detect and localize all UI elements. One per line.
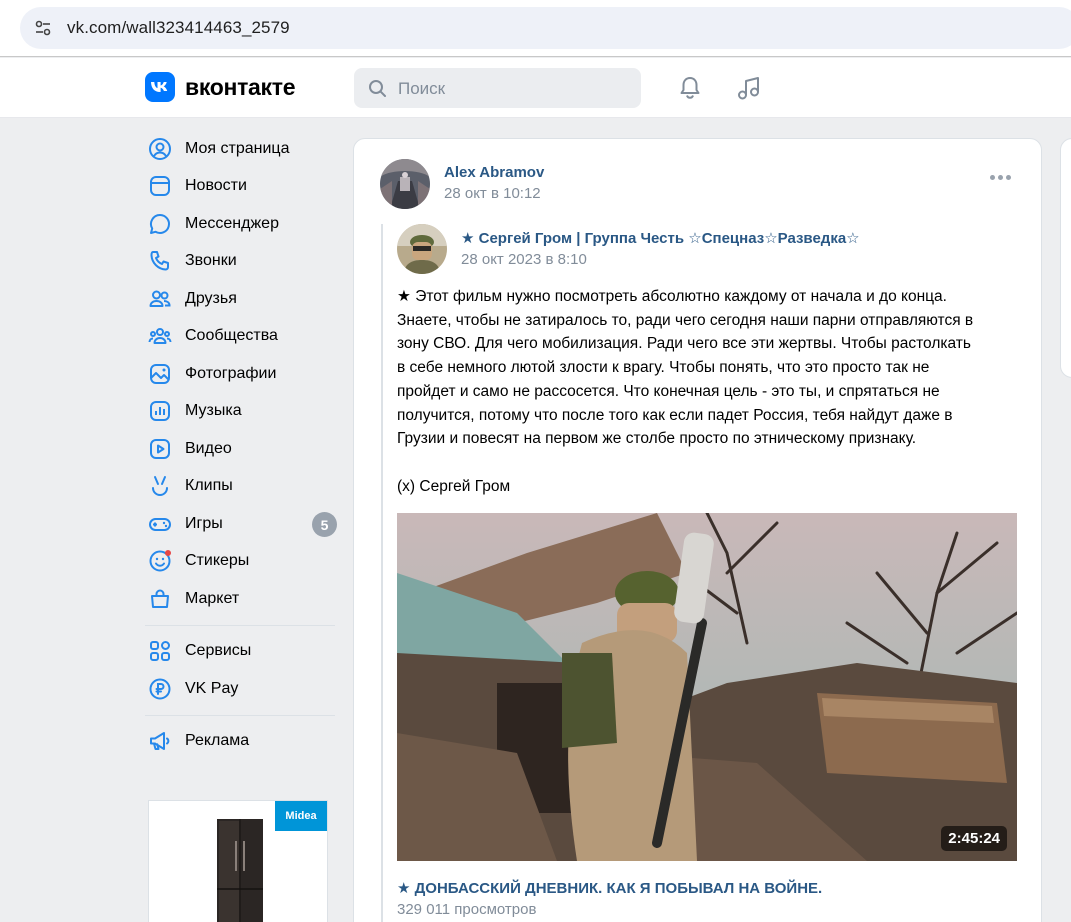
more-dot-icon [1006, 175, 1011, 180]
video-duration: 2:45:24 [941, 826, 1007, 851]
sidebar-item-label: VK Pay [185, 679, 239, 697]
repost-author-name-link[interactable]: ★ Сергей Гром | Группа Честь ☆Спецназ☆Ра… [461, 229, 860, 247]
vkpay-icon [146, 675, 174, 703]
repost-avatar-image [397, 224, 447, 274]
vk-header: вконтакте Поиск [0, 58, 1071, 118]
sidebar-item-communities[interactable]: Сообщества [145, 318, 340, 356]
sidebar-item-ads[interactable]: Реклама [145, 723, 340, 761]
message-icon [146, 210, 174, 238]
post-text: ★ Этот фильм нужно посмотреть абсолютно … [397, 288, 974, 495]
repost-author-avatar[interactable] [397, 224, 447, 274]
site-settings-icon[interactable] [34, 19, 52, 37]
sidebar-item-label: Игры [185, 514, 223, 532]
refrigerator-image [217, 819, 263, 922]
more-dot-icon [990, 175, 995, 180]
sidebar-item-my-page[interactable]: Моя страница [145, 130, 340, 168]
repost-indicator-line [381, 224, 383, 922]
sidebar-item-games[interactable]: Игры 5 [145, 505, 340, 543]
browser-address-bar: vk.com/wall323414463_2579 [0, 0, 1071, 57]
vk-logo-icon [145, 72, 175, 102]
vk-logo-text: вконтакте [185, 73, 296, 100]
phone-icon [146, 247, 174, 275]
sidebar-item-label: Новости [185, 177, 247, 195]
sidebar-item-friends[interactable]: Друзья [145, 280, 340, 318]
services-icon [146, 637, 174, 665]
clips-icon [146, 472, 174, 500]
repost-date[interactable]: 28 окт 2023 в 8:10 [461, 251, 587, 268]
url-text[interactable]: vk.com/wall323414463_2579 [67, 18, 290, 38]
sidebar-item-label: Маркет [185, 589, 240, 607]
left-sidebar: Моя страница Новости Мессенджер Звонки Д… [145, 130, 340, 760]
music-note-icon[interactable] [735, 74, 763, 102]
sidebar-item-label: Звонки [185, 252, 237, 270]
right-panel-card [1060, 138, 1071, 378]
sidebar-item-label: Стикеры [185, 552, 250, 570]
sidebar-item-label: Реклама [185, 732, 250, 750]
sidebar-item-label: Мессенджер [185, 214, 279, 232]
sidebar-item-calls[interactable]: Звонки [145, 243, 340, 281]
author-avatar[interactable] [380, 159, 430, 209]
games-badge: 5 [312, 512, 337, 537]
author-name-link[interactable]: Alex Abramov [444, 164, 544, 181]
friends-icon [146, 285, 174, 313]
search-icon [369, 80, 386, 97]
sidebar-item-label: Музыка [185, 402, 242, 420]
market-icon [146, 585, 174, 613]
vk-logo[interactable]: вконтакте [145, 72, 296, 102]
sidebar-item-label: Сообщества [185, 327, 278, 345]
sidebar-item-services[interactable]: Сервисы [145, 633, 340, 671]
sidebar-divider [145, 624, 335, 626]
video-title-link[interactable]: ★ ДОНБАССКИЙ ДНЕВНИК. КАК Я ПОБЫВАЛ НА В… [397, 879, 822, 897]
video-views: 329 011 просмотров [397, 901, 537, 918]
search-input[interactable]: Поиск [354, 68, 641, 108]
sidebar-item-label: Друзья [185, 289, 237, 307]
post-card: Alex Abramov 28 окт в 10:12 ★ Сергей Гро… [353, 138, 1042, 922]
sidebar-item-label: Видео [185, 439, 232, 457]
games-icon [146, 510, 174, 538]
sidebar-item-label: Сервисы [185, 642, 252, 660]
photo-icon [146, 360, 174, 388]
video-thumbnail[interactable]: 2:45:24 [397, 513, 1017, 861]
sidebar-item-clips[interactable]: Клипы [145, 468, 340, 506]
sidebar-item-music[interactable]: Музыка [145, 393, 340, 431]
sidebar-item-messenger[interactable]: Мессенджер [145, 205, 340, 243]
search-placeholder: Поиск [398, 79, 446, 98]
url-field[interactable]: vk.com/wall323414463_2579 [20, 7, 1071, 49]
communities-icon [146, 322, 174, 350]
stickers-icon [146, 547, 174, 575]
music-icon [146, 397, 174, 425]
megaphone-icon [146, 727, 174, 755]
sidebar-item-stickers[interactable]: Стикеры [145, 543, 340, 581]
sidebar-item-video[interactable]: Видео [145, 430, 340, 468]
ad-banner[interactable]: Midea [148, 800, 328, 922]
post-more-button[interactable] [990, 175, 1011, 180]
sidebar-item-vkpay[interactable]: VK Pay [145, 670, 340, 708]
video-preview-image [397, 513, 1017, 861]
more-dot-icon [998, 175, 1003, 180]
sidebar-item-photos[interactable]: Фотографии [145, 355, 340, 393]
sidebar-item-label: Клипы [185, 477, 233, 495]
news-icon [146, 172, 174, 200]
user-circle-icon [146, 135, 174, 163]
sidebar-item-label: Фотографии [185, 364, 277, 382]
sidebar-item-news[interactable]: Новости [145, 168, 340, 206]
bell-icon[interactable] [676, 74, 704, 102]
sidebar-divider [145, 714, 335, 716]
author-avatar-image [380, 159, 430, 209]
post-date[interactable]: 28 окт в 10:12 [444, 185, 541, 202]
video-icon [146, 435, 174, 463]
sidebar-item-label: Моя страница [185, 139, 290, 157]
sidebar-item-market[interactable]: Маркет [145, 580, 340, 618]
